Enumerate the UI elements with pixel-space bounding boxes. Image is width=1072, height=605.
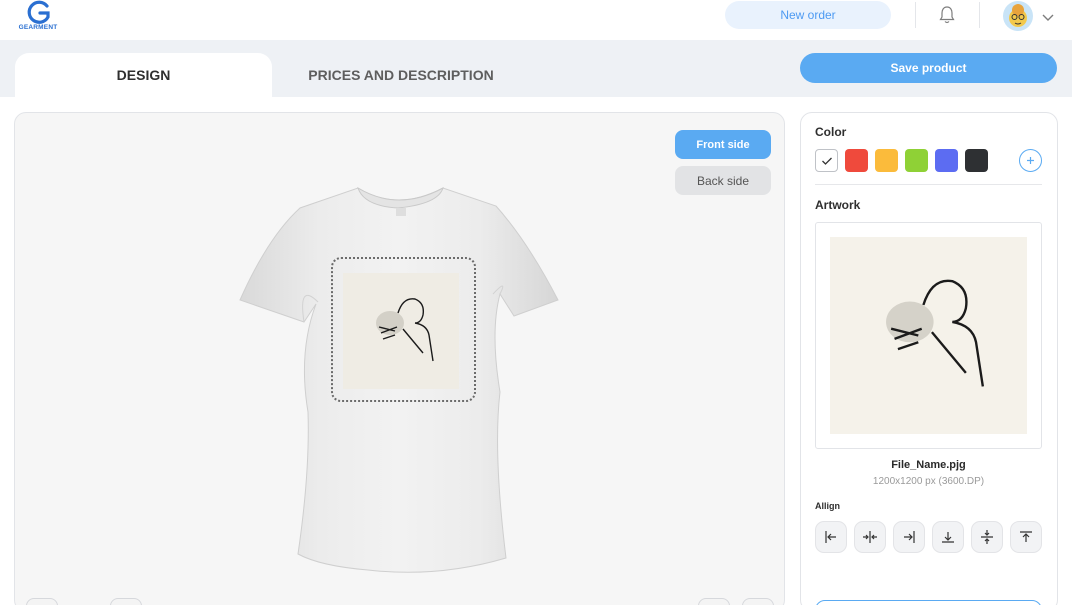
file-dimensions: 1200x1200 px (3600.DP) (872, 476, 985, 487)
undo-button[interactable] (698, 598, 730, 605)
divider (815, 184, 1042, 185)
logo-icon (27, 0, 50, 24)
file-name: File_Name.pjg (891, 459, 966, 471)
align-center-horizontal-button[interactable] (854, 521, 886, 553)
align-left-button[interactable] (815, 521, 847, 553)
divider (979, 2, 980, 28)
color-swatch-white[interactable] (815, 149, 838, 172)
color-swatch-black[interactable] (965, 149, 988, 172)
plus-icon (1027, 157, 1034, 164)
bell-icon[interactable] (938, 5, 956, 25)
align-right-button[interactable] (893, 521, 925, 553)
align-left-icon (825, 531, 836, 543)
align-top-icon (1020, 531, 1032, 542)
gearment-logo[interactable]: GEARMENT (14, 0, 62, 36)
check-icon (821, 157, 832, 165)
avatar[interactable] (1003, 1, 1033, 31)
new-order-button[interactable]: New order (725, 1, 891, 29)
logo-text: GEARMENT (18, 24, 58, 31)
zoom-in-button[interactable] (110, 598, 142, 605)
add-color-button[interactable] (1019, 149, 1042, 172)
align-right-icon (904, 531, 915, 543)
artwork-image (830, 237, 1027, 434)
front-side-button[interactable]: Front side (675, 130, 771, 159)
color-swatch-blue[interactable] (935, 149, 958, 172)
color-swatch-red[interactable] (845, 149, 868, 172)
align-center-vertical-icon (981, 530, 993, 544)
secondary-action-button[interactable] (815, 600, 1042, 605)
tab-design[interactable]: DESIGN (15, 53, 272, 97)
color-label: Color (815, 125, 847, 139)
color-swatch-green[interactable] (905, 149, 928, 172)
align-center-vertical-button[interactable] (971, 521, 1003, 553)
redo-button[interactable] (742, 598, 774, 605)
align-label: Allign (815, 501, 840, 511)
align-center-horizontal-icon (863, 531, 877, 543)
divider (915, 2, 916, 28)
align-top-button[interactable] (1010, 521, 1042, 553)
save-product-button[interactable]: Save product (800, 53, 1057, 83)
align-bottom-button[interactable] (932, 521, 964, 553)
artwork-label: Artwork (815, 198, 861, 212)
zoom-out-button[interactable] (26, 598, 58, 605)
color-swatch-yellow[interactable] (875, 149, 898, 172)
chevron-down-icon[interactable] (1041, 9, 1055, 21)
tab-prices-and-description[interactable]: PRICES AND DESCRIPTION (272, 53, 530, 97)
back-side-button[interactable]: Back side (675, 166, 771, 195)
align-bottom-icon (942, 532, 954, 543)
print-area-bounds[interactable] (331, 257, 476, 402)
top-bar: GEARMENT New order (0, 0, 1072, 40)
